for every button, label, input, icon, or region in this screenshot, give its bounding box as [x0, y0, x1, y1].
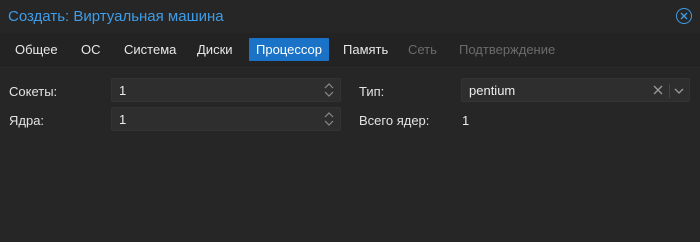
- type-value: pentium: [469, 83, 516, 98]
- window-titlebar: Создать: Виртуальная машина: [0, 0, 700, 33]
- spinner-updown-icon[interactable]: [324, 110, 334, 128]
- tab-disks[interactable]: Диски: [190, 38, 240, 61]
- cores-value: 1: [119, 112, 127, 127]
- tab-processor[interactable]: Процессор: [249, 38, 329, 61]
- clear-x-icon[interactable]: [652, 84, 664, 96]
- sockets-field[interactable]: 1: [111, 78, 341, 102]
- tab-general[interactable]: Общее: [8, 38, 65, 61]
- processor-panel: Сокеты: 1 Ядра: 1 Тип: pentium Всего яде…: [0, 67, 700, 242]
- tab-memory[interactable]: Память: [336, 38, 395, 61]
- tab-confirmation: Подтверждение: [459, 42, 556, 57]
- cores-label: Ядра:: [9, 113, 45, 128]
- cores-field[interactable]: 1: [111, 107, 341, 131]
- chevron-down-icon[interactable]: [673, 86, 685, 96]
- tab-bar: Общее ОС Система Диски Процессор Память …: [0, 38, 700, 61]
- total-cores-label: Всего ядер:: [359, 113, 430, 128]
- window-title: Создать: Виртуальная машина: [8, 8, 224, 25]
- tab-system[interactable]: Система: [117, 38, 183, 61]
- type-label: Тип:: [359, 84, 385, 99]
- sockets-label: Сокеты:: [9, 84, 58, 99]
- combo-separator: [669, 84, 670, 98]
- tab-os[interactable]: ОС: [74, 38, 108, 61]
- tab-network: Сеть: [408, 42, 437, 57]
- type-combo[interactable]: pentium: [461, 78, 690, 102]
- sockets-value: 1: [119, 83, 127, 98]
- spinner-updown-icon[interactable]: [324, 81, 334, 99]
- close-icon[interactable]: [676, 8, 692, 24]
- total-cores-value: 1: [462, 113, 470, 128]
